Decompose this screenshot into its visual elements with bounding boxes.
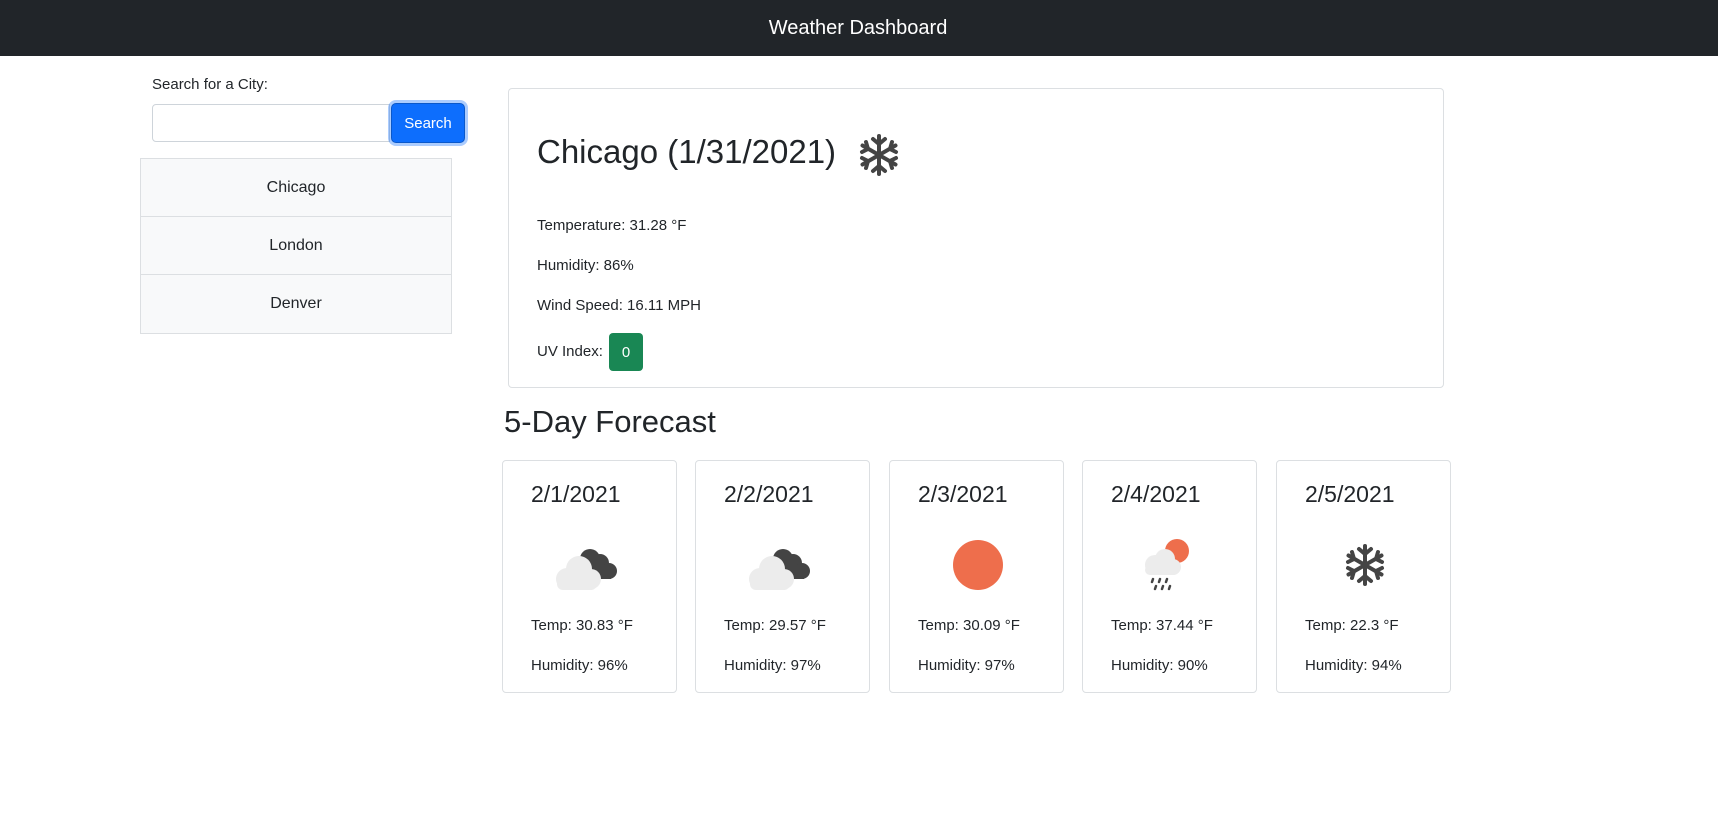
uv-index-badge: 0 <box>609 333 643 371</box>
forecast-humidity: Humidity: 97% <box>724 657 821 674</box>
forecast-humidity: Humidity: 97% <box>918 657 1015 674</box>
sun-icon <box>953 540 1003 590</box>
current-city-title: Chicago (1/31/2021) <box>537 133 837 170</box>
app-title: Weather Dashboard <box>768 16 948 39</box>
navbar: Weather Dashboard <box>0 0 1718 56</box>
forecast-card: 2/3/2021 Temp: 30.09 °F Humidity: 97% <box>889 460 1064 693</box>
current-temperature: Temperature: 31.28 °F <box>537 217 687 234</box>
city-search-input[interactable] <box>152 104 390 142</box>
cloudy-night-icon <box>556 549 617 590</box>
history-item-denver[interactable]: Denver <box>141 275 451 333</box>
search-history-list: Chicago London Denver <box>140 158 452 334</box>
forecast-humidity: Humidity: 96% <box>531 657 628 674</box>
forecast-heading: 5-Day Forecast <box>504 404 716 439</box>
search-label: Search for a City: <box>152 76 268 93</box>
history-item-london[interactable]: London <box>141 217 451 275</box>
uv-index-label: UV Index: <box>537 343 603 360</box>
forecast-temp: Temp: 30.09 °F <box>918 617 1020 634</box>
forecast-date: 2/1/2021 <box>531 481 621 507</box>
forecast-temp: Temp: 30.83 °F <box>531 617 633 634</box>
forecast-temp: Temp: 29.57 °F <box>724 617 826 634</box>
search-button[interactable]: Search <box>391 103 465 143</box>
forecast-card: 2/4/2021 Temp: 37.44 °F Humidity: 90% <box>1082 460 1257 693</box>
forecast-temp: Temp: 22.3 °F <box>1305 617 1399 634</box>
snowflake-icon <box>860 134 898 176</box>
forecast-humidity: Humidity: 94% <box>1305 657 1402 674</box>
rain-sun-icon <box>1145 539 1189 591</box>
forecast-card: 2/2/2021 Temp: 29.57 °F Humidity: 97% <box>695 460 870 693</box>
forecast-card: 2/1/2021 Temp: 30.83 °F Humidity: 96% <box>502 460 677 693</box>
forecast-date: 2/2/2021 <box>724 481 814 507</box>
current-wind-speed: Wind Speed: 16.11 MPH <box>537 297 701 314</box>
forecast-date: 2/4/2021 <box>1111 481 1201 507</box>
forecast-humidity: Humidity: 90% <box>1111 657 1208 674</box>
forecast-temp: Temp: 37.44 °F <box>1111 617 1213 634</box>
current-weather-card: Chicago (1/31/2021) Temperature: 31.28 °… <box>508 88 1444 388</box>
forecast-date: 2/5/2021 <box>1305 481 1395 507</box>
forecast-date: 2/3/2021 <box>918 481 1008 507</box>
snowflake-icon <box>1346 544 1384 586</box>
forecast-card: 2/5/2021 Temp: 22.3 °F Humidity: 94% <box>1276 460 1451 693</box>
cloudy-night-icon <box>749 549 810 590</box>
history-item-chicago[interactable]: Chicago <box>141 159 451 217</box>
current-humidity: Humidity: 86% <box>537 257 634 274</box>
